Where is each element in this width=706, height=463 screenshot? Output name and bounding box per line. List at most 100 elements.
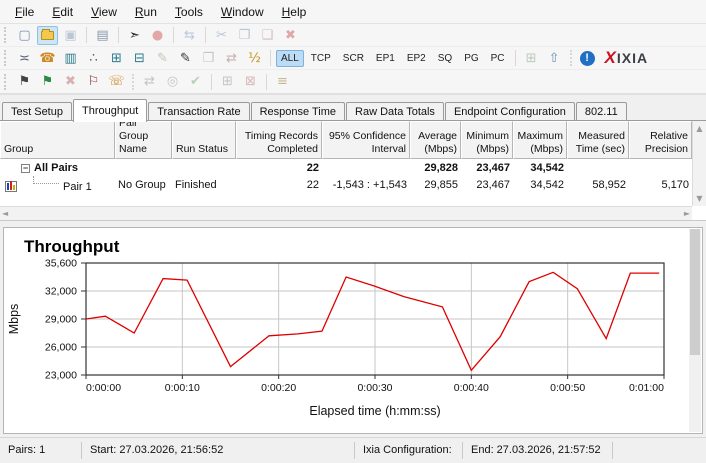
- voip-endpoint-flag-icon-glyph: ☏: [108, 74, 125, 89]
- chart-plot-area: 23,000 26,000 29,000 32,000 35,600 0:00:00 0:0…: [4, 257, 702, 432]
- scroll-up-icon[interactable]: ▲: [696, 121, 702, 136]
- menu-item-run[interactable]: Run: [126, 2, 166, 22]
- endpoint-flag-pin-icon[interactable]: ⚑: [37, 72, 58, 91]
- copy-icon-glyph: ❐: [238, 27, 251, 43]
- renumber-pairs-icon-glyph: ½: [248, 50, 261, 66]
- tab-endpoint-configuration[interactable]: Endpoint Configuration: [444, 102, 575, 122]
- swap-pairs-flag-icon[interactable]: ⚐: [83, 72, 104, 91]
- filter-tcp-button[interactable]: TCP: [306, 50, 336, 67]
- add-hardware-pair-icon[interactable]: ⊟: [129, 49, 150, 68]
- menu-item-tools[interactable]: Tools: [166, 2, 212, 22]
- table-horizontal-scrollbar[interactable]: ◄ ►: [0, 206, 692, 220]
- table-row-pair-1[interactable]: Pair 1 No Group Finished 22 -1,543 : +1,543 2…: [0, 176, 706, 193]
- menu-item-window[interactable]: Window: [212, 2, 273, 22]
- add-pair-icon[interactable]: ≍: [14, 49, 35, 68]
- x-tick-label: 0:00:40: [454, 382, 489, 394]
- scroll-left-icon[interactable]: ◄: [2, 206, 8, 221]
- save-test-icon: ▣: [60, 26, 81, 45]
- menu-item-file[interactable]: File: [6, 2, 43, 22]
- throughput-series-line: [85, 271, 660, 372]
- add-video-pair-icon[interactable]: ▥: [60, 49, 81, 68]
- edit-run-options-icon[interactable]: ✎: [175, 49, 196, 68]
- export-results-icon[interactable]: ⇧: [544, 49, 565, 68]
- column-header-average[interactable]: Average (Mbps): [410, 121, 461, 159]
- status-bar: Pairs: 1 Start: 27.03.2026, 21:56:52 Ixia …: [0, 437, 706, 462]
- menu-item-edit[interactable]: Edit: [43, 2, 82, 22]
- add-video-multicast-group-icon[interactable]: ⊞: [106, 49, 127, 68]
- y-tick-label: 29,000: [45, 314, 77, 326]
- filter-pc-button[interactable]: PC: [486, 50, 510, 67]
- status-pairs: Pairs: 1: [0, 441, 82, 459]
- replicate-pair-icon: ❒: [198, 49, 219, 68]
- x-tick-label: 0:00:30: [357, 382, 392, 394]
- tab-802-11[interactable]: 802.11: [575, 102, 627, 122]
- column-header-run-status[interactable]: Run Status: [172, 121, 236, 159]
- tab-test-setup[interactable]: Test Setup: [2, 102, 72, 122]
- run-test-icon[interactable]: ➣: [124, 26, 145, 45]
- save-test-icon-glyph: ▣: [64, 27, 77, 43]
- group-name-label: All Pairs: [34, 161, 79, 174]
- filter-pg-button[interactable]: PG: [459, 50, 483, 67]
- column-header-minimum[interactable]: Minimum (Mbps): [461, 121, 513, 159]
- x-tick-label: 0:00:20: [261, 382, 296, 394]
- folder-glyph: [41, 28, 54, 40]
- filter-ep2-button[interactable]: EP2: [402, 50, 431, 67]
- test-clipboard-flag-icon[interactable]: ⚑: [14, 72, 35, 91]
- chart-scrollbar-thumb[interactable]: [690, 229, 700, 355]
- table-row-all-pairs[interactable]: − All Pairs 22 29,828 23,467 34,542: [0, 159, 706, 176]
- column-header-measured[interactable]: Measured Time (sec): [567, 121, 629, 159]
- print-icon[interactable]: ▤: [92, 26, 113, 45]
- y-tick-label: 26,000: [45, 342, 77, 354]
- cell-timing_records: 22: [306, 161, 319, 174]
- chart-vertical-scrollbar[interactable]: [689, 229, 701, 432]
- unlink-pairs-icon: ⊠: [240, 72, 261, 91]
- delete-endpoint-flag-icon: ✖: [60, 72, 81, 91]
- toolbar-separator: [86, 27, 87, 43]
- scroll-right-icon[interactable]: ►: [684, 206, 690, 221]
- menu-item-view[interactable]: View: [82, 2, 126, 22]
- cell-max: 34,542: [530, 161, 564, 174]
- swap-pairs-flag-icon-glyph: ⚐: [87, 74, 100, 89]
- column-header-relative[interactable]: Relative Precision: [629, 121, 692, 159]
- renumber-pairs-icon[interactable]: ½: [244, 49, 265, 68]
- toolbar-separator: [514, 50, 516, 66]
- add-multicast-group-icon[interactable]: ∴: [83, 49, 104, 68]
- column-header-group[interactable]: Group: [0, 121, 115, 159]
- verify-pairs-icon-glyph: ✔: [190, 74, 201, 89]
- column-header-95-confidence[interactable]: 95% Confidence Interval: [322, 121, 410, 159]
- tab-response-time[interactable]: Response Time: [250, 102, 346, 122]
- apply-filter-icon: ⊞: [521, 49, 542, 68]
- table-vertical-scrollbar[interactable]: ▲ ▼: [692, 121, 706, 206]
- copy-icon: ❐: [234, 26, 255, 45]
- y-tick-label: 23,000: [45, 370, 77, 382]
- column-header-timing-records[interactable]: Timing Records Completed: [236, 121, 322, 159]
- tab-raw-data-totals[interactable]: Raw Data Totals: [346, 102, 444, 122]
- filter-sq-button[interactable]: SQ: [433, 50, 457, 67]
- column-header-maximum[interactable]: Maximum (Mbps): [513, 121, 567, 159]
- cell-max: 34,542: [530, 178, 564, 191]
- add-voip-pair-icon[interactable]: ☎: [37, 49, 58, 68]
- info-icon[interactable]: !: [579, 50, 595, 66]
- open-test-icon[interactable]: [37, 25, 58, 45]
- toolbar-grip: [4, 27, 9, 43]
- column-header-pair-group[interactable]: Pair Group Name: [115, 117, 172, 159]
- expand-collapse-icon[interactable]: −: [21, 163, 30, 173]
- ixia-logo-x: X: [604, 48, 616, 67]
- cell-group: Pair 1: [0, 176, 115, 193]
- voip-endpoint-flag-icon[interactable]: ☏: [106, 72, 127, 91]
- menu-item-help[interactable]: Help: [273, 2, 316, 22]
- search-pairs-icon: ◎: [162, 72, 183, 91]
- filter-ep1-button[interactable]: EP1: [371, 50, 400, 67]
- toolbar-grip: [4, 73, 9, 90]
- tab-throughput[interactable]: Throughput: [72, 99, 148, 122]
- filter-scr-button[interactable]: SCR: [338, 50, 369, 67]
- new-test-icon[interactable]: ▢: [14, 26, 35, 45]
- cell-timing_records: 22: [306, 178, 319, 191]
- throughput-line-chart: 23,000 26,000 29,000 32,000 35,600 0:00:00 0:0…: [7, 258, 665, 418]
- ixia-logo-text: IXIA: [616, 50, 649, 66]
- scroll-down-icon[interactable]: ▼: [696, 191, 702, 206]
- toolbar-separator: [569, 50, 572, 66]
- stop-test-icon-glyph: ●: [151, 27, 164, 43]
- filter-all-button[interactable]: ALL: [276, 49, 304, 67]
- edit-pair-icon-glyph: ✎: [157, 50, 168, 66]
